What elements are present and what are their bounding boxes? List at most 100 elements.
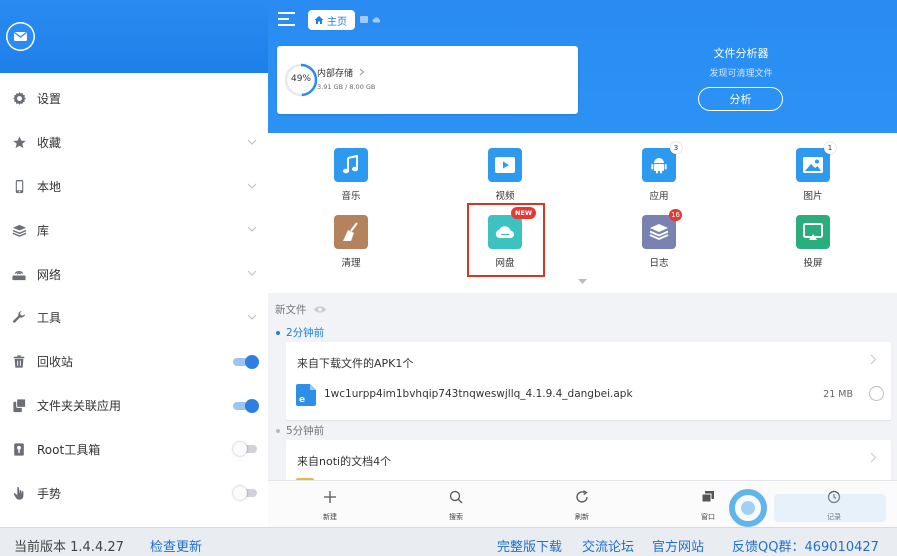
- file-select-checkbox[interactable]: [869, 386, 884, 401]
- chevron-down-icon[interactable]: [247, 312, 257, 322]
- search-icon: [449, 490, 463, 504]
- sidebar-item-network[interactable]: 网络: [0, 252, 268, 296]
- expand-down-icon[interactable]: [578, 279, 587, 285]
- analyze-button[interactable]: 分析: [698, 87, 783, 111]
- recycle-bin-toggle[interactable]: [233, 354, 259, 369]
- sidebar-item-library[interactable]: 库: [0, 208, 268, 252]
- log-icon: 16: [642, 209, 682, 249]
- recent-group-card[interactable]: 来自noti的文档4个: [286, 440, 891, 482]
- check-update-link[interactable]: 检查更新: [150, 536, 202, 555]
- file-size: 21 MB: [823, 389, 853, 400]
- analyzer-subtitle: 发现可清理文件: [709, 69, 773, 79]
- category-apps[interactable]: 3 应用: [619, 142, 699, 202]
- images-count-badge: 1: [824, 142, 836, 154]
- gesture-toggle[interactable]: [233, 486, 259, 501]
- root-toolbox-toggle[interactable]: [233, 442, 259, 457]
- top-banner: 主页 49% 内部存储 3.91 GB / 8.00 GB 文件分析器 发现可清…: [268, 0, 897, 133]
- cloud-small-icon[interactable]: [372, 16, 381, 23]
- storage-card[interactable]: 49% 内部存储 3.91 GB / 8.00 GB: [277, 46, 578, 114]
- sidebar-item-recycle-bin[interactable]: 回收站: [0, 340, 268, 384]
- sidebar-item-settings[interactable]: 设置: [0, 77, 268, 121]
- chevron-down-icon[interactable]: [247, 224, 257, 234]
- sidebar-item-label: 库: [37, 223, 50, 238]
- eye-icon[interactable]: [313, 305, 327, 314]
- category-cleaner[interactable]: 清理: [311, 215, 391, 269]
- sidebar-menu: 设置 收藏 本地 库 网络 工具 回收站 文件夹关联应用 Root工具箱 手势: [0, 77, 268, 515]
- website-link[interactable]: 官方网站: [652, 536, 704, 555]
- time-label: 5分钟前: [276, 423, 324, 438]
- apk-file-icon: e: [296, 384, 316, 406]
- svg-text:e: e: [299, 395, 305, 405]
- search-label: 搜索: [449, 513, 463, 521]
- category-log[interactable]: 16 日志: [619, 209, 699, 269]
- router-icon: [11, 266, 27, 282]
- windows-button[interactable]: 窗口: [683, 489, 733, 522]
- layers-icon: [11, 222, 27, 238]
- category-music[interactable]: 音乐: [311, 148, 391, 202]
- storage-percent: 49%: [290, 74, 311, 84]
- window-icon[interactable]: [360, 16, 368, 23]
- refresh-icon: [576, 490, 588, 503]
- search-button[interactable]: 搜索: [431, 489, 481, 522]
- category-label: 视频: [495, 191, 515, 202]
- mail-icon: [7, 23, 34, 50]
- sidebar-header: [0, 0, 268, 73]
- log-count-badge: 16: [669, 209, 682, 221]
- folder-app-toggle[interactable]: [233, 398, 259, 413]
- full-download-link[interactable]: 完整版下载: [497, 536, 562, 555]
- new-files-title: 新文件: [275, 304, 307, 316]
- group-title: 来自下载文件的APK1个: [297, 357, 414, 370]
- category-video[interactable]: 视频: [465, 148, 545, 202]
- refresh-label: 刷新: [575, 513, 589, 521]
- chevron-right-icon[interactable]: [870, 354, 877, 365]
- footer-bar: 当前版本 1.4.4.27 检查更新 完整版下载 交流论坛 官方网站 反馈QQ群…: [0, 527, 897, 556]
- chevron-down-icon[interactable]: [247, 137, 257, 147]
- new-button[interactable]: 新建: [305, 489, 355, 522]
- chevron-right-icon[interactable]: [870, 452, 877, 463]
- breadcrumb-home[interactable]: 主页: [308, 10, 355, 30]
- analyzer-title: 文件分析器: [713, 47, 769, 60]
- cast-icon: [796, 215, 830, 249]
- category-cast[interactable]: 投屏: [773, 215, 853, 269]
- category-images[interactable]: 1 图片: [773, 142, 853, 202]
- sidebar-item-folder-app[interactable]: 文件夹关联应用: [0, 384, 268, 428]
- chevron-right-icon: [359, 68, 365, 76]
- category-label: 清理: [341, 258, 361, 269]
- category-label: 投屏: [803, 258, 823, 269]
- windows-icon: [701, 491, 714, 503]
- file-row[interactable]: e 1wc1urpp4im1bvhqip743tnqweswjllq_4.1.9…: [286, 381, 891, 411]
- forum-link[interactable]: 交流论坛: [582, 536, 634, 555]
- home-label: 主页: [327, 16, 347, 28]
- sidebar-item-label: 本地: [37, 179, 62, 194]
- sidebar-item-favorites[interactable]: 收藏: [0, 121, 268, 165]
- broom-icon: [334, 215, 368, 249]
- windows-label: 窗口: [701, 513, 715, 521]
- sidebar-item-label: 设置: [37, 92, 62, 107]
- storage-size: 3.91 GB / 8.00 GB: [317, 83, 376, 91]
- recent-group-card[interactable]: 来自下载文件的APK1个 e 1wc1urpp4im1bvhqip743tnqw…: [286, 342, 891, 420]
- music-icon: [334, 148, 368, 182]
- hamburger-menu-icon[interactable]: [278, 12, 295, 28]
- trash-icon: [11, 354, 27, 370]
- chevron-down-icon[interactable]: [247, 268, 257, 278]
- group-title: 来自noti的文档4个: [297, 455, 392, 468]
- sidebar-item-local[interactable]: 本地: [0, 165, 268, 209]
- storage-name: 内部存储: [317, 66, 365, 79]
- sidebar-item-tools[interactable]: 工具: [0, 296, 268, 340]
- storage-name-text: 内部存储: [317, 69, 354, 79]
- root-box-icon: [11, 441, 27, 457]
- sidebar-item-label: 回收站: [37, 355, 74, 370]
- star-icon: [11, 135, 27, 151]
- avatar[interactable]: [6, 22, 35, 51]
- chevron-down-icon[interactable]: [247, 181, 257, 191]
- sidebar-item-root-toolbox[interactable]: Root工具箱: [0, 427, 268, 471]
- hand-icon: [11, 485, 27, 501]
- sidebar-item-gesture[interactable]: 手势: [0, 471, 268, 515]
- refresh-button[interactable]: 刷新: [557, 489, 607, 522]
- apps-count-badge: 3: [670, 142, 682, 154]
- feedback-qq-link[interactable]: 反馈QQ群：469010427: [732, 536, 879, 555]
- version-text: 当前版本 1.4.4.27: [14, 540, 124, 555]
- category-grid: 音乐 视频 3 应用 1 图片 清理 NEW 网盘 16 日志 投屏: [268, 133, 897, 293]
- watermark-logo: [729, 489, 886, 527]
- time-text: 2分钟前: [286, 327, 325, 339]
